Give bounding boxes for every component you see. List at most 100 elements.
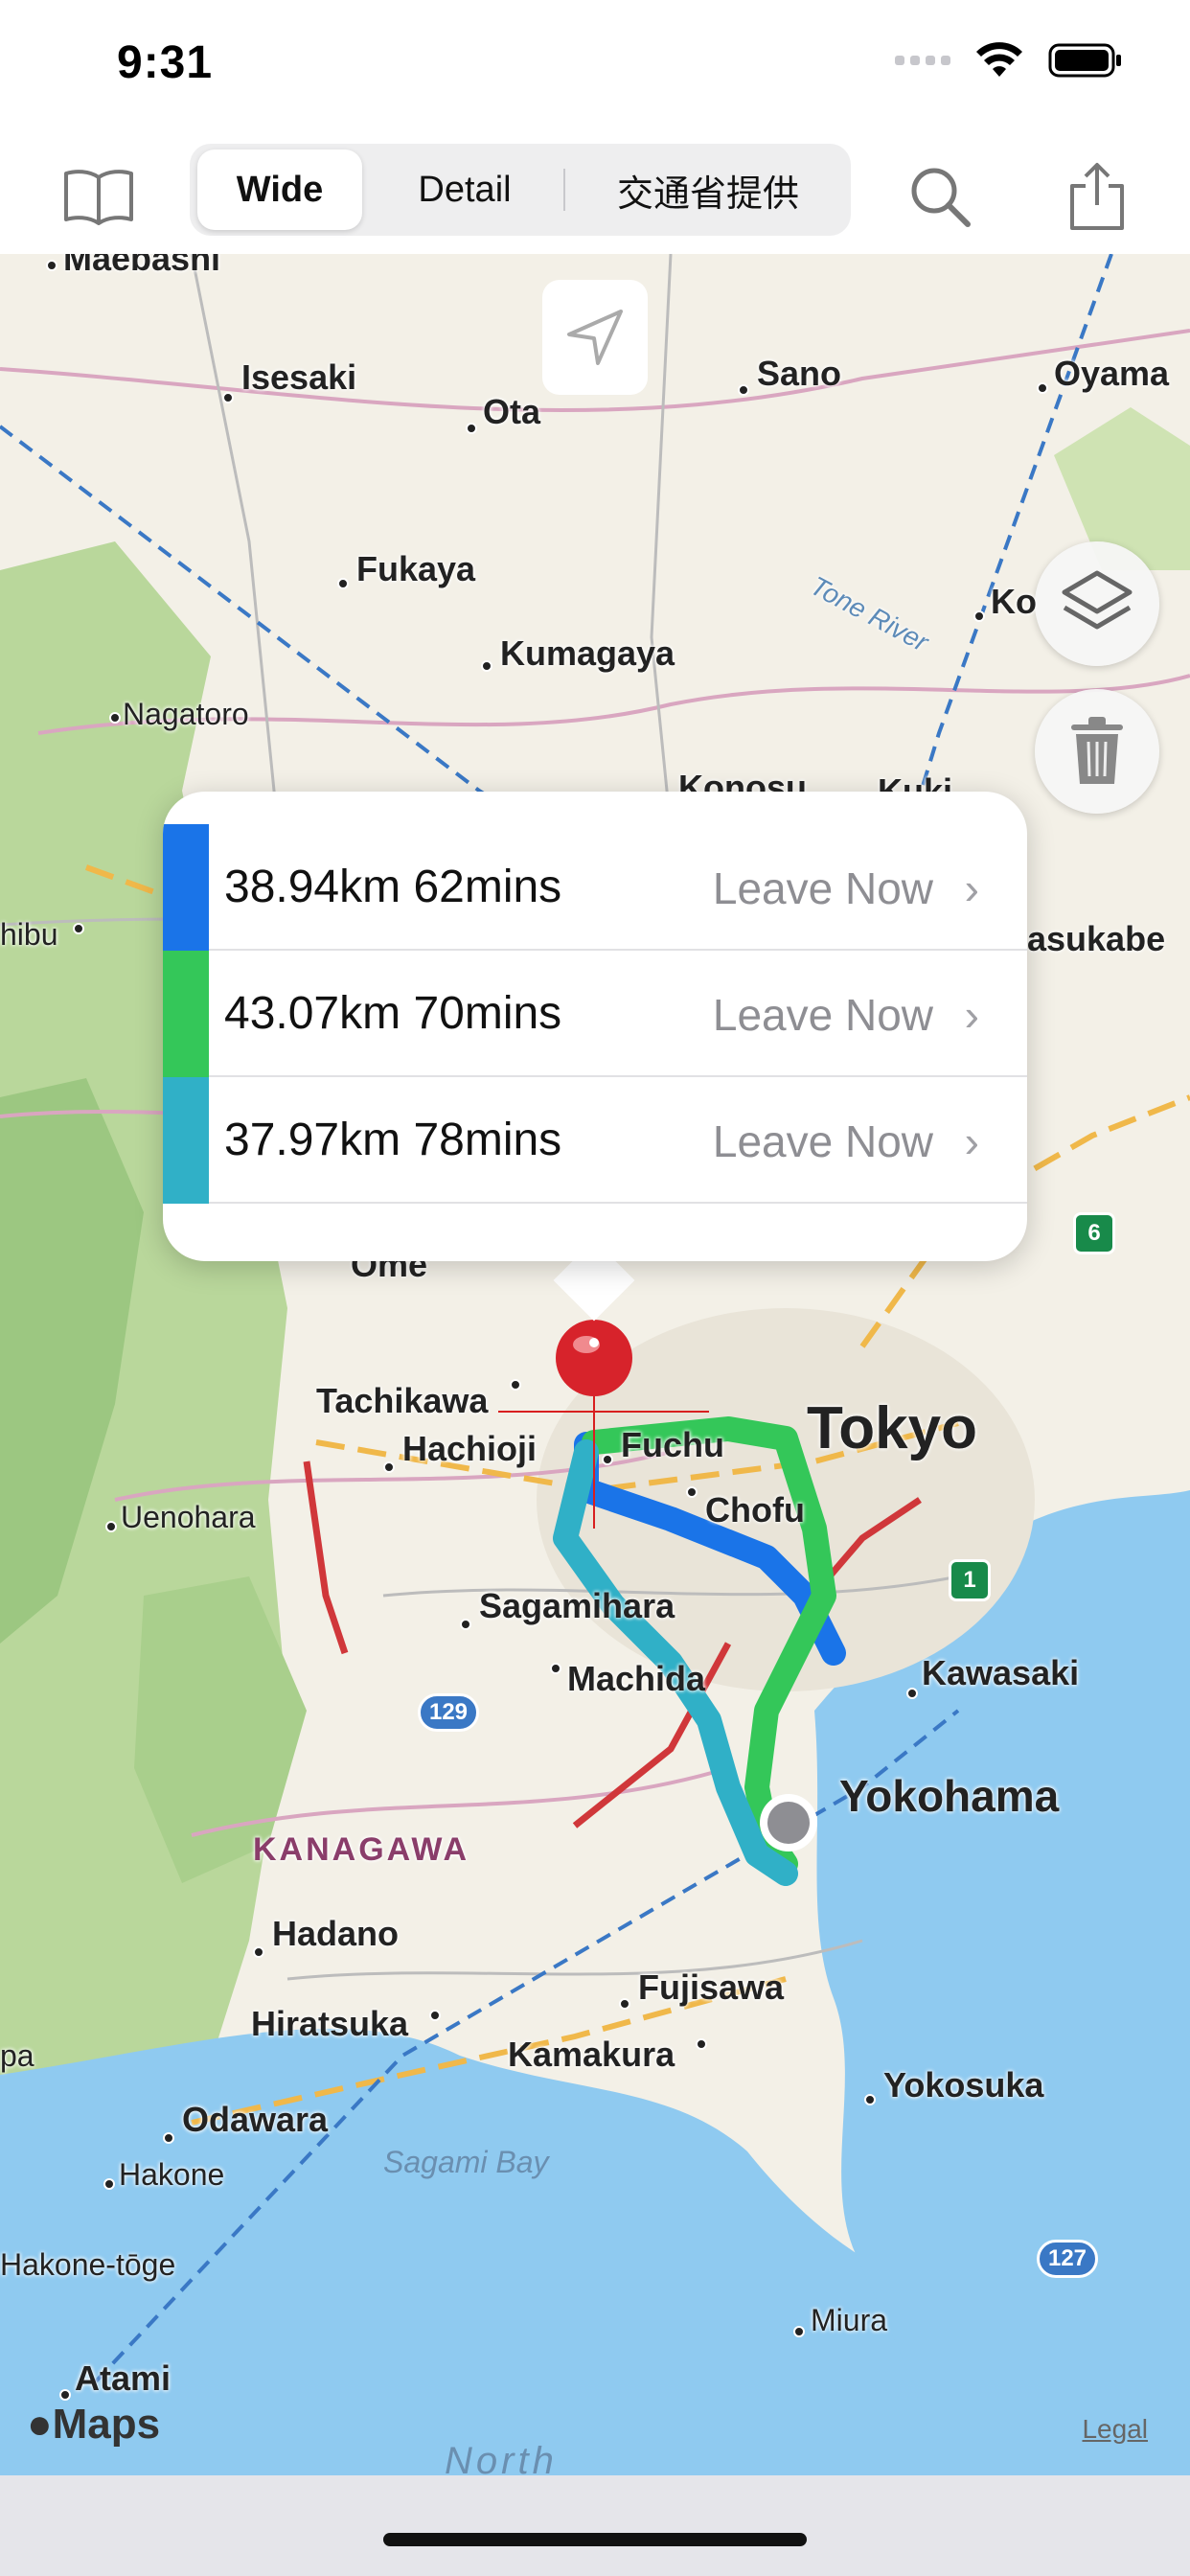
- segment-divider: [563, 169, 565, 211]
- map-label-atami: Atami: [75, 2358, 172, 2398]
- route-shield-129: 129: [418, 1693, 479, 1732]
- city-dot: [466, 423, 477, 434]
- share-icon: [1070, 163, 1124, 230]
- map-label-chichibu: hibu: [0, 917, 58, 952]
- map-label-pa: pa: [0, 2038, 34, 2073]
- map-label-sagamihara: Sagamihara: [479, 1586, 675, 1625]
- map-label-hakone: Hakone: [119, 2157, 225, 2192]
- city-dot: [696, 2038, 707, 2050]
- route-option-2[interactable]: 43.07km 70mins Leave Now ›: [163, 951, 1027, 1077]
- map-label-tachikawa: Tachikawa: [316, 1381, 489, 1420]
- map-label-ko: Ko: [991, 582, 1037, 621]
- city-dot: [619, 1998, 630, 2010]
- book-icon: [64, 170, 133, 225]
- chevron-right-icon: ›: [964, 1116, 979, 1166]
- route-summary: 43.07km 70mins: [224, 988, 562, 1039]
- route-summary: 38.94km 62mins: [224, 862, 562, 912]
- status-bar: 9:31: [0, 0, 1190, 134]
- signal-icon: [895, 56, 950, 65]
- expressway-shield-1: 1: [949, 1559, 991, 1601]
- wifi-icon: [976, 42, 1022, 77]
- city-dot: [59, 2389, 71, 2401]
- locate-button[interactable]: [542, 280, 648, 395]
- search-button[interactable]: [897, 153, 983, 240]
- map-label-machida: Machida: [567, 1659, 706, 1698]
- map-label-sano: Sano: [757, 354, 842, 393]
- route-option-1[interactable]: 38.94km 62mins Leave Now ›: [163, 824, 1027, 951]
- city-dot: [73, 923, 84, 934]
- map-label-yokosuka: Yokosuka: [883, 2065, 1044, 2104]
- map-label-fuchu: Fuchu: [621, 1425, 724, 1464]
- map-label-oyama: Oyama: [1054, 354, 1170, 393]
- map-label-uenohara: Uenohara: [121, 1500, 256, 1534]
- map-label-hiratsuka: Hiratsuka: [251, 2004, 409, 2043]
- map-label-miura: Miura: [811, 2303, 888, 2337]
- route-color-swatch: [163, 824, 209, 951]
- leave-now-button[interactable]: Leave Now: [713, 1116, 933, 1167]
- map-label-yokohama: Yokohama: [839, 1771, 1060, 1821]
- city-dot: [510, 1379, 521, 1391]
- city-dot: [550, 1663, 561, 1674]
- map-label-chofu: Chofu: [705, 1490, 805, 1530]
- legal-link[interactable]: Legal: [1082, 2414, 1148, 2445]
- city-dot: [1037, 382, 1048, 394]
- map-view[interactable]: Maebashi Isesaki Ota Sano Oyama Fukaya K…: [0, 254, 1190, 2475]
- map-label-kamakura: Kamakura: [508, 2035, 675, 2074]
- expressway-shield-6: 6: [1073, 1212, 1115, 1254]
- city-dot: [105, 1521, 117, 1532]
- segment-detail[interactable]: Detail: [374, 150, 556, 230]
- city-dot: [481, 660, 492, 672]
- route-shield-127: 127: [1037, 2240, 1098, 2278]
- map-label-kumagaya: Kumagaya: [500, 633, 675, 673]
- route-options-callout: 38.94km 62mins Leave Now › 43.07km 70min…: [163, 792, 1027, 1261]
- battery-icon: [1048, 43, 1121, 78]
- leave-now-button[interactable]: Leave Now: [713, 862, 933, 914]
- status-icons: [895, 42, 1123, 79]
- city-dot: [163, 2132, 174, 2144]
- city-dot: [337, 578, 349, 589]
- share-button[interactable]: [1054, 153, 1140, 240]
- route-color-swatch: [163, 1077, 209, 1204]
- city-dot: [109, 712, 121, 724]
- segment-mlit[interactable]: 交通省提供: [569, 150, 847, 230]
- status-time: 9:31: [117, 37, 214, 88]
- map-label-kawasaki: Kawasaki: [922, 1653, 1080, 1692]
- segment-wide[interactable]: Wide: [197, 150, 362, 230]
- map-label-fukaya: Fukaya: [356, 549, 476, 588]
- search-icon: [911, 168, 971, 227]
- map-mode-segmented-control: Wide Detail 交通省提供: [190, 144, 851, 236]
- city-dot: [738, 384, 749, 396]
- city-dot: [793, 2326, 805, 2337]
- city-dot: [602, 1454, 613, 1465]
- map-label-sagami-bay: Sagami Bay: [383, 2145, 549, 2179]
- map-label-fujisawa: Fujisawa: [638, 1967, 785, 2007]
- toolbar: Wide Detail 交通省提供: [0, 134, 1190, 254]
- route-color-swatch: [163, 951, 209, 1077]
- home-indicator[interactable]: [383, 2533, 807, 2546]
- trash-icon: [1071, 717, 1123, 784]
- map-label-ota: Ota: [483, 392, 541, 431]
- map-label-nagatoro: Nagatoro: [123, 697, 249, 731]
- city-dot: [906, 1688, 918, 1699]
- route-summary: 37.97km 78mins: [224, 1115, 562, 1165]
- map-label-hadano: Hadano: [272, 1914, 400, 1953]
- start-point-marker[interactable]: [757, 1791, 820, 1854]
- city-dot: [429, 2010, 441, 2021]
- clear-routes-button[interactable]: [1035, 689, 1159, 814]
- bookmarks-button[interactable]: [56, 153, 142, 240]
- city-dot: [253, 1946, 264, 1958]
- chevron-right-icon: ›: [964, 990, 979, 1040]
- leave-now-button[interactable]: Leave Now: [713, 989, 933, 1041]
- map-label-north: North: [445, 2440, 558, 2475]
- map-label-isesaki: Isesaki: [241, 357, 357, 397]
- route-option-3[interactable]: 37.97km 78mins Leave Now ›: [163, 1077, 1027, 1204]
- city-dot: [103, 2178, 115, 2190]
- map-label-kanagawa: KANAGAWA: [253, 1831, 470, 1868]
- map-layers-button[interactable]: [1035, 541, 1159, 666]
- map-pin-icon[interactable]: [552, 1316, 636, 1412]
- chevron-right-icon: ›: [964, 863, 979, 913]
- layers-icon: [1062, 570, 1133, 630]
- city-dot: [864, 2094, 876, 2105]
- map-label-hachioji: Hachioji: [402, 1429, 538, 1468]
- map-label-hakone-toge: Hakone-tōge: [0, 2247, 176, 2282]
